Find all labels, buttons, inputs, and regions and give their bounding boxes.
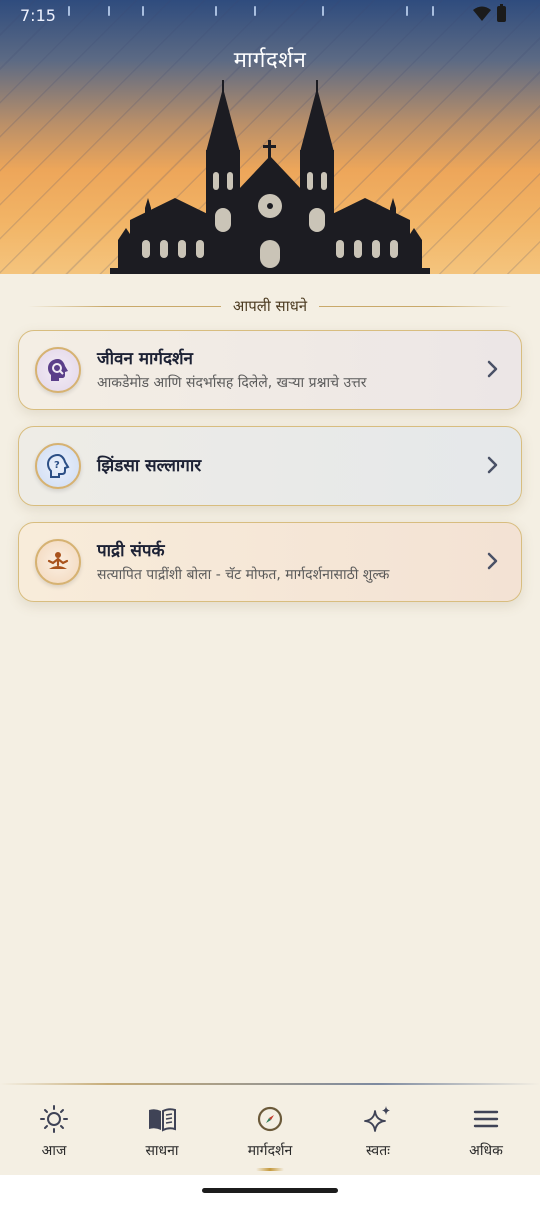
status-bar: 7:15 <box>0 0 540 32</box>
card-title: झिंडसा सल्लागार <box>97 456 202 476</box>
rain-drop <box>108 6 110 16</box>
chevron-right-icon <box>487 360 498 378</box>
rain-drop <box>406 6 408 16</box>
chevron-right-icon <box>487 456 498 474</box>
rain-drop <box>142 6 144 16</box>
section-label: आपली साधने <box>232 297 308 315</box>
meditation-person-icon <box>35 539 81 585</box>
card-priest-contact[interactable]: पाद्री संपर्क सत्यापित पाद्रींशी बोला - … <box>18 522 522 602</box>
card-advisor[interactable]: ? झिंडसा सल्लागार <box>18 426 522 506</box>
divider <box>28 305 221 307</box>
rain-drop <box>215 6 217 16</box>
divider <box>319 305 512 307</box>
gesture-handle[interactable] <box>202 1188 338 1193</box>
nav-label: मार्गदर्शन <box>247 1143 293 1159</box>
sun-icon <box>40 1105 68 1133</box>
cathedral-illustration <box>110 80 430 274</box>
card-subtitle: सत्यापित पाद्रींशी बोला - चॅट मोफत, मार्… <box>97 566 390 583</box>
nav-label: आज <box>41 1143 67 1159</box>
head-question-icon: ? <box>35 443 81 489</box>
head-search-icon <box>35 347 81 393</box>
rain-drop <box>68 6 70 16</box>
header-banner: मार्गदर्शन <box>0 0 540 274</box>
compass-icon <box>257 1106 283 1132</box>
active-indicator <box>256 1168 284 1171</box>
nav-label: अधिक <box>469 1143 503 1159</box>
battery-icon <box>497 4 506 22</box>
nav-label: स्वतः <box>365 1143 391 1159</box>
rain-drop <box>432 6 434 16</box>
svg-text:?: ? <box>54 460 60 471</box>
sparkles-icon <box>364 1106 390 1132</box>
nav-item-self[interactable]: स्वतः <box>324 1085 432 1175</box>
card-title: पाद्री संपर्क <box>97 540 165 561</box>
nav-label: साधना <box>145 1143 179 1159</box>
chevron-right-icon <box>487 552 498 570</box>
section-heading: आपली साधने <box>28 294 512 318</box>
card-title: जीवन मार्गदर्शन <box>97 348 193 369</box>
gesture-area <box>0 1175 540 1205</box>
book-icon <box>149 1108 176 1132</box>
rain-drop <box>254 6 256 16</box>
status-time: 7:15 <box>20 6 56 25</box>
card-subtitle: आकडेमोड आणि संदर्भासह दिलेले, खऱ्या प्रश… <box>97 374 367 391</box>
nav-item-guidance[interactable]: मार्गदर्शन <box>216 1085 324 1175</box>
nav-item-more[interactable]: अधिक <box>432 1085 540 1175</box>
nav-item-today[interactable]: आज <box>0 1085 108 1175</box>
menu-icon <box>473 1110 499 1128</box>
rain-drop <box>322 6 324 16</box>
page-title: मार्गदर्शन <box>233 48 307 73</box>
bottom-nav: आज साधना मार्गदर्शन स्वतः अधिक <box>0 1085 540 1175</box>
nav-item-practice[interactable]: साधना <box>108 1085 216 1175</box>
card-life-guidance[interactable]: जीवन मार्गदर्शन आकडेमोड आणि संदर्भासह दि… <box>18 330 522 410</box>
wifi-icon <box>473 6 491 21</box>
